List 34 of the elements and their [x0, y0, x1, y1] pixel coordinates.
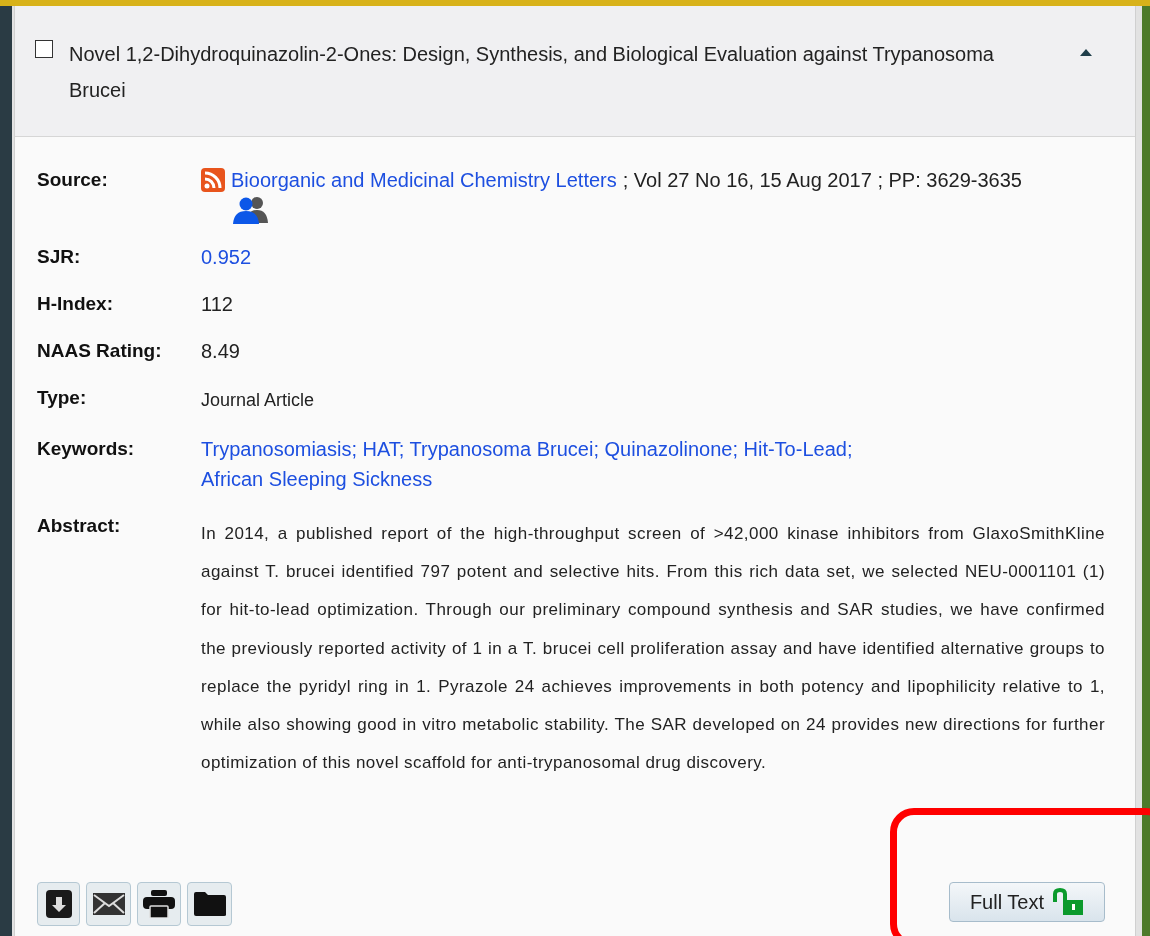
- field-value: 112: [201, 293, 233, 315]
- field-label: Source:: [37, 168, 109, 192]
- field-label: NAAS Rating:: [37, 339, 163, 363]
- download-icon: [45, 890, 72, 918]
- abstract-text: In 2014, a published report of the high-throughput screen of >42,000 kinase inhibitors from GlaxoSmithKline against T. brucei identified 797 potent and selective hits. From this rich data set, we selected NEU-0001101 (1) for hit-to-lead optimization. Through our preliminary compound synthesis and SAR studies, we have confirmed the previously reported activity of 1 in a T. brucei cell proliferation assay and have identified alternative groups to replace the pyridyl ring in 1. Pyrazole 24 achieves improvements in both potency and lipophilicity relative to 1, while also showing good in vitro metabolic stability. The SAR developed on 24 provides new directions for further optimization of this novel scaffold for anti-trypanosomal drug discovery.: [201, 523, 1105, 775]
- rss-feed-icon[interactable]: [201, 168, 225, 192]
- field-value: 8.49: [201, 340, 240, 362]
- checkbox[interactable]: [35, 40, 53, 58]
- collapse-caret-icon[interactable]: [1080, 48, 1092, 56]
- field-label: SJR:: [37, 245, 82, 269]
- folder-button[interactable]: [187, 882, 232, 926]
- email-button[interactable]: [86, 882, 131, 926]
- journal-link[interactable]: Bioorganic and Medicinal Chemistry Letters: [231, 165, 617, 195]
- source-details: ; Vol 27 No 16, 15 Aug 2017 ; PP: 3629-3635: [622, 168, 1022, 193]
- field-label: Abstract:: [37, 514, 122, 538]
- field-value: Journal Article: [201, 390, 315, 410]
- print-button[interactable]: [137, 882, 181, 926]
- article-title: Novel 1,2-Dihydroquinazolin-2-Ones: Design, Synthesis, and Biological Evaluation against Trypanosoma Brucei: [69, 42, 995, 103]
- users-icon[interactable]: [231, 195, 271, 225]
- download-button[interactable]: [37, 882, 80, 926]
- field-label: Type:: [37, 386, 88, 410]
- printer-icon: [143, 890, 175, 918]
- field-label: H-Index:: [37, 292, 114, 316]
- keyword-link[interactable]: Trypanosomiasis;: [201, 438, 357, 460]
- full-text-button[interactable]: Full Text: [948, 882, 1105, 922]
- sjr-link[interactable]: 0.952: [201, 246, 252, 268]
- keyword-link[interactable]: HAT;: [362, 438, 405, 460]
- field-label: Keywords:: [37, 437, 136, 461]
- keyword-link[interactable]: Trypanosoma Brucei;: [409, 438, 599, 460]
- envelope-icon: [91, 892, 126, 916]
- keyword-link[interactable]: Quinazolinone;: [604, 438, 738, 460]
- keyword-link[interactable]: Hit-To-Lead;: [743, 438, 853, 460]
- folder-icon: [192, 891, 227, 917]
- keyword-link[interactable]: African Sleeping Sickness: [201, 468, 433, 490]
